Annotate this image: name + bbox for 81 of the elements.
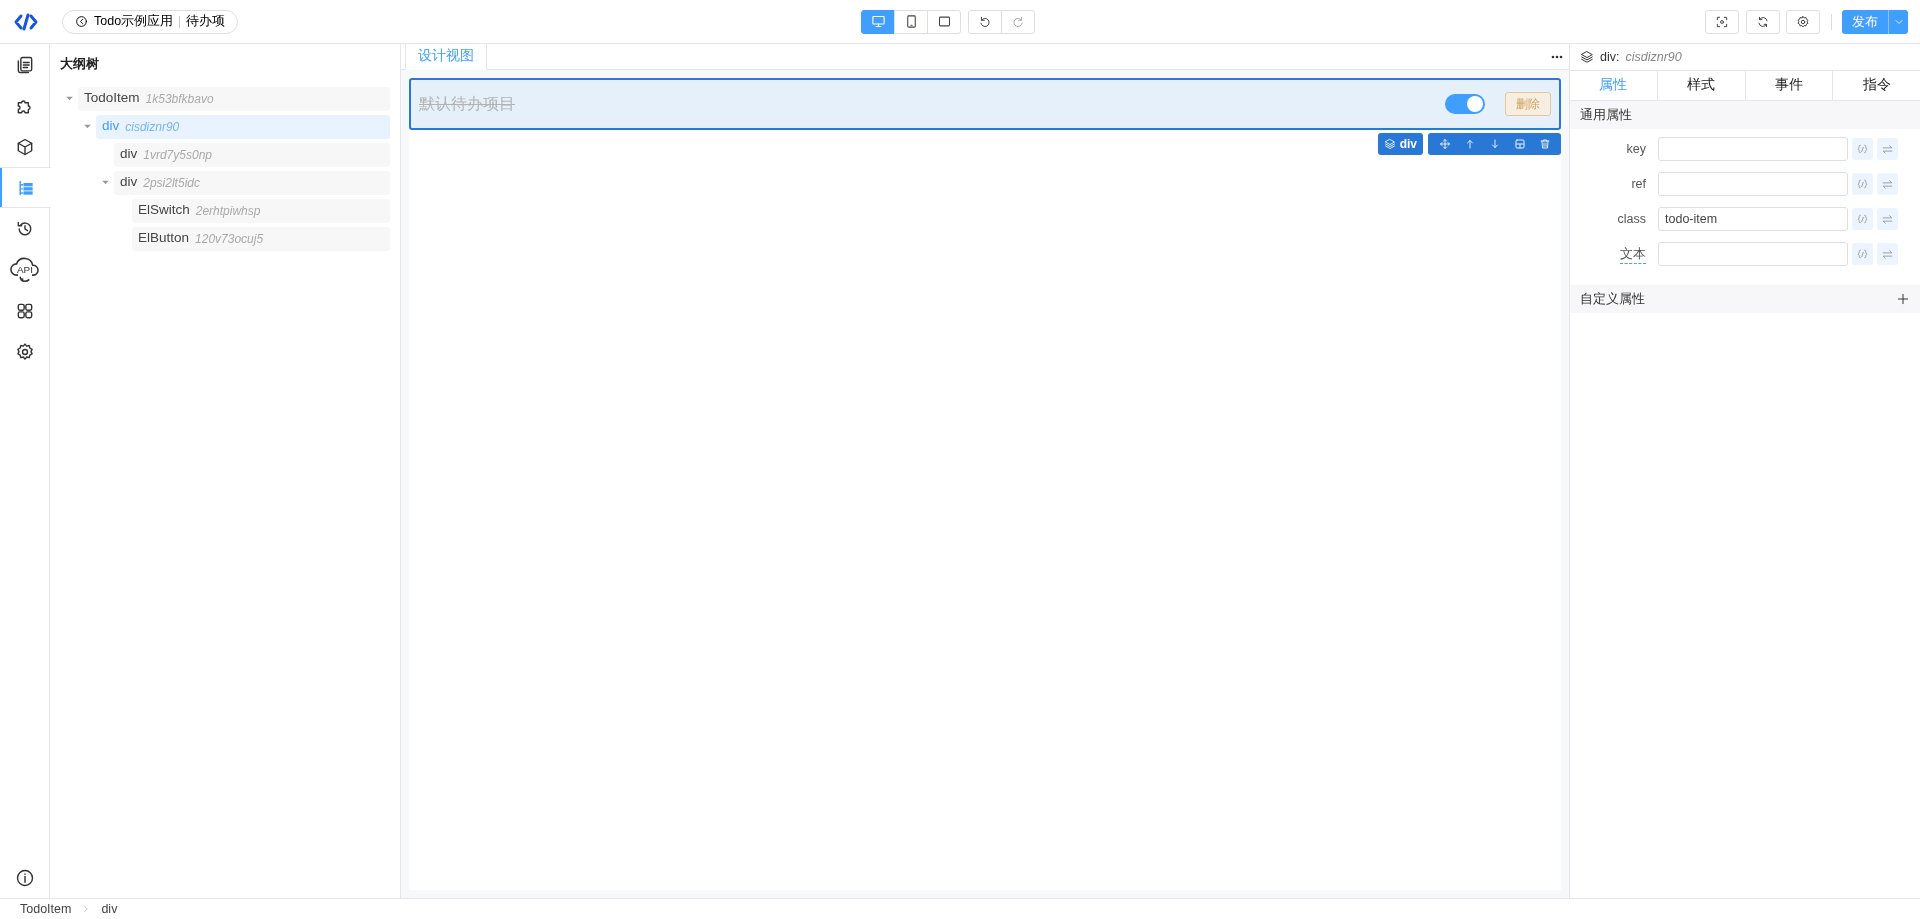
field-label: key (1626, 141, 1646, 156)
trash-icon (1538, 138, 1551, 150)
section-title: 通用属性 (1570, 101, 1920, 129)
layers-icon (1383, 138, 1396, 150)
cube-icon (15, 136, 35, 157)
swap-icon (1881, 142, 1894, 156)
tree-node[interactable]: ElSwitch 2erhtpiwhsp (132, 198, 390, 223)
field-label: class (1617, 211, 1646, 226)
node-name: TodoItem (84, 89, 140, 108)
copy-icon (1513, 138, 1526, 150)
node-name: ElButton (138, 229, 190, 248)
preview-button[interactable] (1705, 9, 1739, 34)
info-icon (15, 867, 35, 888)
tree-node[interactable]: TodoItem 1k53bfkbavo (78, 86, 390, 111)
expression-button[interactable] (1852, 243, 1873, 265)
node-id: 2erhtpiwhsp (195, 202, 261, 220)
swap-icon (1881, 212, 1894, 226)
monitor-icon (870, 14, 886, 29)
refresh-button[interactable] (1745, 9, 1780, 34)
device-toggle[interactable] (861, 9, 896, 34)
page-name: 待办项 (186, 13, 226, 31)
braces-icon (1856, 247, 1869, 261)
toggle-switch[interactable] (1445, 94, 1485, 114)
tree-node[interactable]: div 2psi2lt5idc (114, 170, 390, 195)
redo-icon (1010, 14, 1025, 29)
braces-icon (1856, 142, 1869, 156)
node-name: div (120, 145, 138, 164)
swap-button[interactable] (1877, 208, 1898, 230)
plus-icon (1896, 292, 1910, 307)
node-id: cisdiznr90 (125, 118, 180, 136)
input-field[interactable] (1658, 137, 1848, 161)
publish-menu-button[interactable] (1888, 9, 1908, 34)
field-label: 文本 (1620, 246, 1646, 264)
component-id: cisdiznr90 (1625, 48, 1682, 66)
node-name: ElSwitch (138, 201, 190, 220)
node-id: 120v73ocuj5 (195, 230, 264, 248)
undo-icon (977, 14, 992, 29)
swap-icon (1881, 177, 1894, 191)
node-id: 1vrd7y5s0np (143, 146, 212, 164)
expression-button[interactable] (1852, 208, 1873, 230)
settings-button[interactable] (1786, 9, 1820, 34)
todo-text: 默认待办项目 (419, 94, 516, 114)
layers-icon (1580, 50, 1594, 64)
input-field[interactable] (1658, 242, 1848, 266)
settings-icon (15, 341, 35, 362)
app-page-selector[interactable]: Todo示例应用 待办项 (62, 9, 239, 34)
field-label: ref (1631, 176, 1646, 191)
more-icon[interactable] (1550, 55, 1563, 60)
tree-node[interactable]: ElButton 120v73ocuj5 (132, 226, 390, 251)
rectangle-icon (936, 14, 952, 29)
node-name: div (120, 173, 138, 192)
component-selector[interactable]: div (1377, 133, 1423, 155)
breadcrumb-item[interactable]: TodoItem (20, 899, 72, 919)
undo-button[interactable] (967, 9, 1002, 34)
app-name: Todo示例应用 (94, 13, 174, 31)
swap-icon (1881, 247, 1894, 261)
breadcrumb-item[interactable]: div (101, 899, 118, 919)
refresh-icon (1755, 14, 1770, 29)
document-icon (15, 54, 35, 75)
swap-button[interactable] (1877, 173, 1898, 195)
input-field[interactable] (1658, 172, 1848, 196)
tree-node[interactable]: div 1vrd7y5s0np (114, 142, 390, 167)
back-icon (75, 15, 88, 28)
component-tag: div: (1600, 47, 1620, 67)
swap-button[interactable] (1877, 243, 1898, 265)
node-id: 2psi2lt5idc (143, 174, 200, 192)
braces-icon (1856, 177, 1869, 191)
expression-button[interactable] (1852, 173, 1873, 195)
expression-button[interactable] (1852, 138, 1873, 160)
logo-icon (14, 13, 38, 32)
section-title: 自定义属性 (1580, 290, 1645, 308)
swap-button[interactable] (1877, 138, 1898, 160)
panel-title: 大纲树 (60, 55, 100, 73)
node-id: 1k53bfkbavo (145, 90, 214, 108)
preview-icon (1715, 14, 1729, 29)
move-icon (1438, 138, 1451, 150)
braces-icon (1856, 212, 1869, 226)
input-field[interactable]: todo-item (1658, 207, 1848, 231)
sidebar-item[interactable]: API (0, 249, 50, 290)
settings-icon (1796, 14, 1810, 29)
node-name: div (102, 117, 120, 136)
